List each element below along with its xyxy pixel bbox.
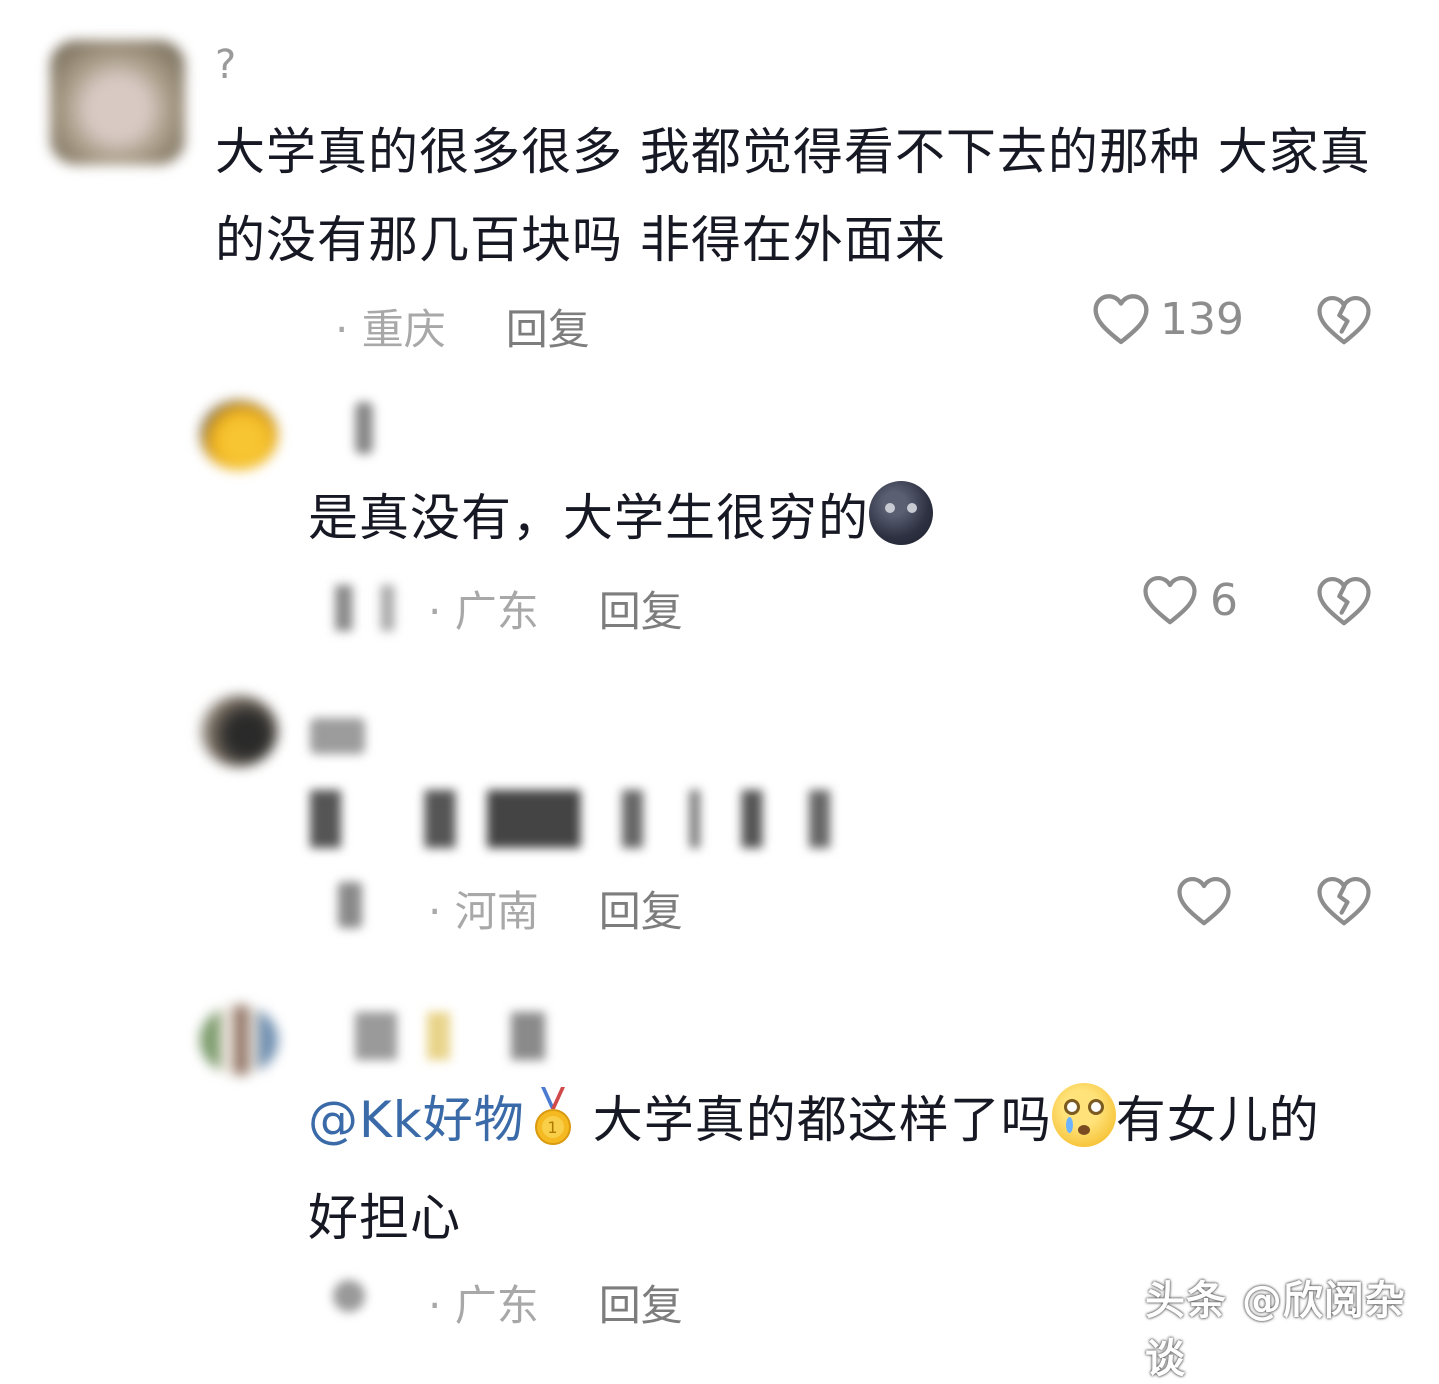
avatar[interactable] [200,400,278,470]
username-blurred[interactable] [355,1012,545,1060]
dislike-button[interactable] [1316,875,1372,927]
avatar[interactable] [200,1005,278,1075]
like-button[interactable]: 139 [1092,292,1244,346]
avatar[interactable] [200,695,278,767]
comment-text-part: 有女儿的 [1115,1091,1320,1149]
new-moon-face-emoji [869,481,933,545]
reply-button[interactable]: 回复 [599,578,683,639]
like-button[interactable] [1176,875,1232,927]
heart-outline-icon [1092,292,1150,346]
reply-button[interactable]: 回复 [599,878,683,939]
like-button[interactable]: 6 [1142,574,1238,626]
reply-button[interactable]: 回复 [599,1272,683,1333]
comment-text: 大学真的很多很多 我都觉得看不下去的那种 大家真 的没有那几百块吗 非得在外面来 [215,108,1405,284]
location-label: · 河南 [428,887,539,936]
comment-line: 大学真的很多很多 我都觉得看不下去的那种 大家真 [215,123,1371,181]
dislike-button[interactable] [1316,575,1372,627]
comment-line: 好担心 [308,1189,461,1247]
avatar[interactable] [50,40,185,165]
location-label: · 广东 [428,587,539,636]
broken-heart-icon [1316,294,1372,346]
comment-line: 的没有那几百块吗 非得在外面来 [215,211,946,269]
time-blurred [333,1280,365,1312]
time-blurred [335,585,405,631]
username-blurred[interactable] [310,718,365,754]
watermark: 头条 @欣阅杂谈 [1145,1278,1406,1382]
location-label: · 重庆 [335,305,446,354]
comment-line: @Kk好物 1 大学真的都这样了吗 有女儿的 [308,1076,1388,1164]
comment-line: 是真没有，大学生很穷的 [308,489,869,547]
comment-meta: · 广东 回复 [428,1272,683,1333]
comment-meta: · 重庆 回复 [335,296,590,357]
mention-link[interactable]: @Kk好物 [308,1091,525,1149]
flushed-crying-face-emoji [1051,1083,1116,1147]
svg-text:1: 1 [547,1118,558,1137]
comment-text-part: 大学真的都这样了吗 [592,1091,1052,1149]
heart-outline-icon [1142,574,1198,626]
username-blurred[interactable] [355,402,373,454]
username[interactable]: ? [215,42,236,88]
heart-outline-icon [1176,875,1232,927]
broken-heart-icon [1316,875,1372,927]
gold-medal-icon: 1 [531,1086,575,1146]
broken-heart-icon [1316,575,1372,627]
like-count: 139 [1160,293,1244,345]
time-blurred [338,882,362,928]
dislike-button[interactable] [1316,294,1372,346]
location-label: · 广东 [428,1281,539,1330]
comment-meta: · 广东 回复 [428,578,683,639]
comment-text-blurred [310,790,830,848]
comment-text: @Kk好物 1 大学真的都这样了吗 有女儿的 好担心 [308,1076,1388,1262]
comment-meta: · 河南 回复 [428,878,683,939]
like-count: 6 [1210,574,1238,626]
reply-button[interactable]: 回复 [506,296,590,357]
comment-text: 是真没有，大学生很穷的 [308,474,933,562]
